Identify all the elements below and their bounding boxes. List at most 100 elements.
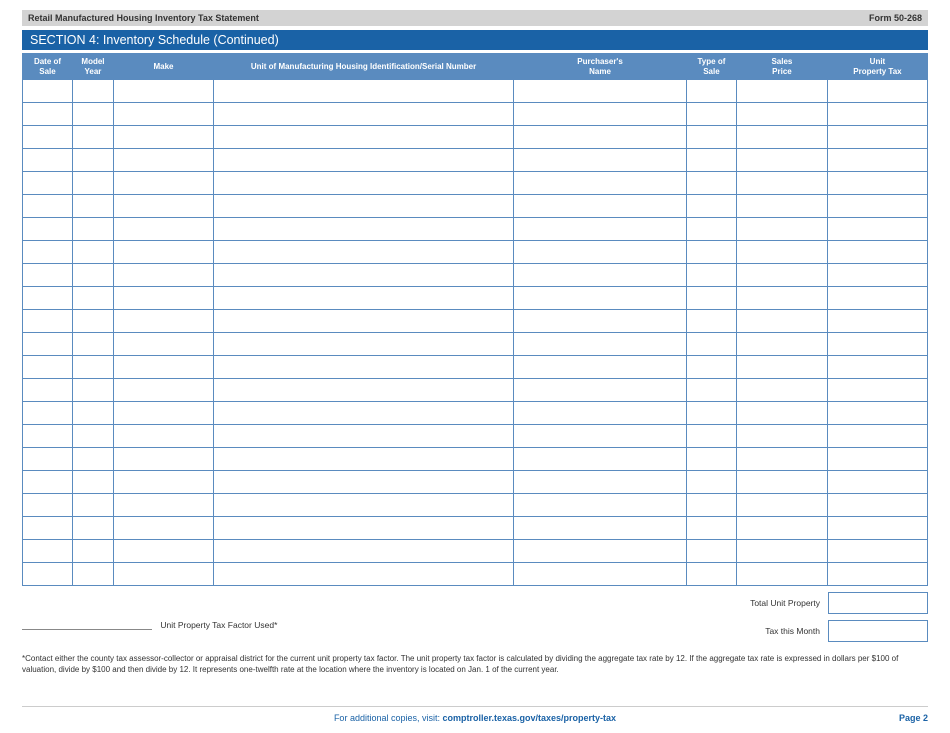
table-cell[interactable]: [514, 126, 687, 149]
table-cell[interactable]: [514, 540, 687, 563]
table-cell[interactable]: [73, 103, 114, 126]
table-cell[interactable]: [736, 172, 827, 195]
table-cell[interactable]: [827, 80, 927, 103]
table-cell[interactable]: [736, 333, 827, 356]
table-cell[interactable]: [23, 540, 73, 563]
table-cell[interactable]: [73, 149, 114, 172]
table-cell[interactable]: [73, 425, 114, 448]
table-cell[interactable]: [113, 425, 213, 448]
table-cell[interactable]: [213, 149, 513, 172]
table-cell[interactable]: [514, 172, 687, 195]
table-cell[interactable]: [514, 149, 687, 172]
table-cell[interactable]: [514, 103, 687, 126]
footer-link[interactable]: comptroller.texas.gov/taxes/property-tax: [443, 713, 617, 723]
table-cell[interactable]: [827, 517, 927, 540]
table-cell[interactable]: [686, 425, 736, 448]
table-cell[interactable]: [113, 563, 213, 586]
table-cell[interactable]: [827, 402, 927, 425]
table-cell[interactable]: [686, 517, 736, 540]
table-cell[interactable]: [73, 126, 114, 149]
table-cell[interactable]: [686, 264, 736, 287]
table-cell[interactable]: [213, 80, 513, 103]
table-cell[interactable]: [736, 310, 827, 333]
table-cell[interactable]: [736, 195, 827, 218]
table-cell[interactable]: [213, 402, 513, 425]
table-cell[interactable]: [23, 103, 73, 126]
table-cell[interactable]: [827, 172, 927, 195]
table-cell[interactable]: [113, 241, 213, 264]
table-cell[interactable]: [213, 218, 513, 241]
table-cell[interactable]: [514, 80, 687, 103]
table-cell[interactable]: [827, 126, 927, 149]
table-cell[interactable]: [73, 264, 114, 287]
table-cell[interactable]: [736, 264, 827, 287]
table-cell[interactable]: [827, 356, 927, 379]
table-cell[interactable]: [736, 356, 827, 379]
table-cell[interactable]: [827, 471, 927, 494]
table-cell[interactable]: [686, 448, 736, 471]
table-cell[interactable]: [113, 356, 213, 379]
table-cell[interactable]: [213, 563, 513, 586]
table-cell[interactable]: [686, 172, 736, 195]
tax-month-box[interactable]: [828, 620, 928, 642]
table-cell[interactable]: [73, 218, 114, 241]
table-cell[interactable]: [736, 563, 827, 586]
table-cell[interactable]: [23, 402, 73, 425]
table-cell[interactable]: [827, 563, 927, 586]
table-cell[interactable]: [23, 379, 73, 402]
table-cell[interactable]: [23, 126, 73, 149]
table-cell[interactable]: [514, 448, 687, 471]
table-cell[interactable]: [514, 333, 687, 356]
table-cell[interactable]: [514, 356, 687, 379]
table-cell[interactable]: [73, 379, 114, 402]
table-cell[interactable]: [113, 103, 213, 126]
table-cell[interactable]: [113, 333, 213, 356]
table-cell[interactable]: [23, 287, 73, 310]
table-cell[interactable]: [736, 471, 827, 494]
table-cell[interactable]: [213, 425, 513, 448]
table-cell[interactable]: [113, 402, 213, 425]
table-cell[interactable]: [736, 287, 827, 310]
table-cell[interactable]: [736, 379, 827, 402]
table-cell[interactable]: [213, 517, 513, 540]
table-cell[interactable]: [827, 264, 927, 287]
table-cell[interactable]: [213, 356, 513, 379]
table-cell[interactable]: [686, 494, 736, 517]
table-cell[interactable]: [73, 494, 114, 517]
table-cell[interactable]: [686, 80, 736, 103]
table-cell[interactable]: [23, 425, 73, 448]
table-cell[interactable]: [213, 379, 513, 402]
table-cell[interactable]: [23, 195, 73, 218]
table-cell[interactable]: [514, 517, 687, 540]
table-cell[interactable]: [23, 471, 73, 494]
table-cell[interactable]: [213, 241, 513, 264]
table-cell[interactable]: [686, 563, 736, 586]
table-cell[interactable]: [113, 264, 213, 287]
table-cell[interactable]: [213, 310, 513, 333]
table-cell[interactable]: [736, 402, 827, 425]
table-cell[interactable]: [827, 425, 927, 448]
table-cell[interactable]: [736, 540, 827, 563]
table-cell[interactable]: [73, 448, 114, 471]
table-cell[interactable]: [736, 517, 827, 540]
table-cell[interactable]: [686, 287, 736, 310]
table-cell[interactable]: [23, 517, 73, 540]
table-cell[interactable]: [213, 471, 513, 494]
table-cell[interactable]: [23, 333, 73, 356]
table-cell[interactable]: [23, 218, 73, 241]
total-unit-box[interactable]: [828, 592, 928, 614]
table-cell[interactable]: [113, 80, 213, 103]
table-cell[interactable]: [686, 241, 736, 264]
table-cell[interactable]: [686, 402, 736, 425]
table-cell[interactable]: [73, 333, 114, 356]
table-cell[interactable]: [736, 494, 827, 517]
table-cell[interactable]: [213, 172, 513, 195]
table-cell[interactable]: [73, 471, 114, 494]
table-cell[interactable]: [686, 471, 736, 494]
table-cell[interactable]: [73, 80, 114, 103]
table-cell[interactable]: [73, 517, 114, 540]
table-cell[interactable]: [686, 379, 736, 402]
table-cell[interactable]: [113, 149, 213, 172]
table-cell[interactable]: [213, 448, 513, 471]
factor-line[interactable]: [22, 629, 152, 630]
